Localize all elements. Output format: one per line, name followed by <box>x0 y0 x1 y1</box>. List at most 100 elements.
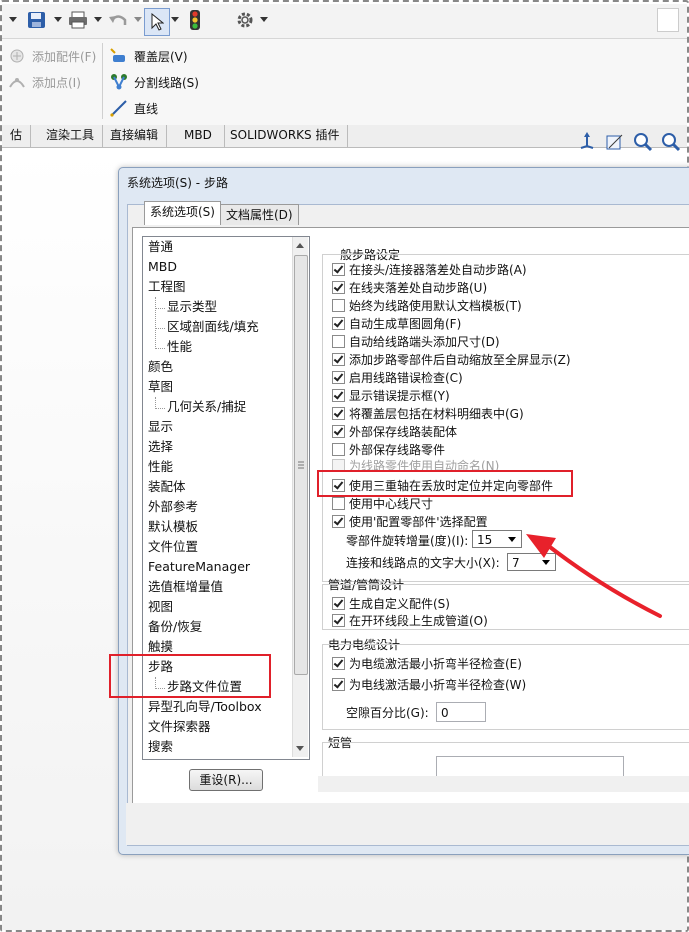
tab-document-properties[interactable]: 文档属性(D) <box>220 204 299 225</box>
tab-mbd[interactable]: MBD <box>172 125 225 147</box>
tree-item-display-style[interactable]: 显示类型 <box>167 297 217 317</box>
tab-solidworks-addins[interactable]: SOLIDWORKS 插件 <box>222 125 349 147</box>
tree-item-search[interactable]: 搜索 <box>148 737 173 757</box>
option-sketch-fillets[interactable]: 自动生成草图圆角(F) <box>332 314 461 332</box>
chevron-down-icon[interactable] <box>92 10 104 30</box>
print-icon[interactable] <box>66 10 90 30</box>
tab-evaluate[interactable]: 估 <box>2 125 32 147</box>
tree-item-sketch[interactable]: 草图 <box>148 377 173 397</box>
scroll-down-arrow-icon[interactable] <box>296 746 304 751</box>
short-pipe-input[interactable] <box>436 756 624 776</box>
chevron-down-icon[interactable] <box>132 10 144 30</box>
add-fitting-button[interactable]: 添加配件(F) <box>8 47 96 65</box>
chevron-down-icon <box>508 537 516 542</box>
tree-connector <box>155 308 165 309</box>
tab-render-tools[interactable]: 渲染工具 <box>38 125 104 147</box>
annotation-arrow-icon <box>526 534 662 618</box>
option-configure-component[interactable]: 使用'配置零部件'选择配置 <box>332 512 488 530</box>
select-pointer-icon[interactable] <box>144 8 170 36</box>
reset-button[interactable]: 重设(R)... <box>189 769 263 791</box>
gear-icon[interactable] <box>234 10 256 30</box>
window-control[interactable] <box>657 8 679 32</box>
option-covering-in-bom[interactable]: 将覆盖层包括在材料明细表中(G) <box>332 404 524 422</box>
cover-layer-button[interactable]: 覆盖层(V) <box>110 47 188 65</box>
option-save-route-assembly[interactable]: 外部保存线路装配体 <box>332 422 457 440</box>
tree-item-colors[interactable]: 颜色 <box>148 357 173 377</box>
option-cable-bend-radius[interactable]: 为电缆激活最小折弯半径检查(E) <box>332 654 522 672</box>
chevron-down-icon[interactable] <box>6 10 20 30</box>
dialog-button-area <box>126 803 689 845</box>
tree-item-external-references[interactable]: 外部参考 <box>148 497 198 517</box>
option-pipes-open-segments[interactable]: 在开环线段上生成管道(O) <box>332 611 488 629</box>
tree-item-file-explorer[interactable]: 文件探索器 <box>148 717 211 737</box>
split-route-icon <box>110 73 128 91</box>
rebuild-traffic-light-icon[interactable] <box>184 10 206 30</box>
tree-item-featuremanager[interactable]: FeatureManager <box>148 557 250 577</box>
scroll-thumb[interactable] <box>294 255 308 675</box>
chevron-down-icon[interactable] <box>258 10 270 30</box>
tree-item-general[interactable]: 普通 <box>148 237 173 257</box>
tab-direct-editing[interactable]: 直接编辑 <box>102 125 168 147</box>
rotation-increment-select[interactable]: 15 <box>472 530 522 548</box>
tree-item-drawing-performance[interactable]: 性能 <box>167 337 192 357</box>
tree-item-backup-recover[interactable]: 备份/恢复 <box>148 617 202 637</box>
tree-item-view[interactable]: 视图 <box>148 597 173 617</box>
add-point-button[interactable]: 添加点(I) <box>8 73 81 91</box>
option-zoom-to-fit[interactable]: 添加步路零部件后自动缩放至全屏显示(Z) <box>332 350 571 368</box>
option-custom-fittings[interactable]: 生成自定义配件(S) <box>332 594 450 612</box>
options-pane-scrollbar[interactable] <box>318 776 689 792</box>
tree-item-default-templates[interactable]: 默认模板 <box>148 517 198 537</box>
gap-percentage-input[interactable]: 0 <box>436 702 486 722</box>
chevron-down-icon[interactable] <box>170 10 180 30</box>
undo-icon[interactable] <box>106 10 130 30</box>
add-point-icon <box>8 73 26 91</box>
option-error-tooltips[interactable]: 显示错误提示框(Y) <box>332 386 450 404</box>
tree-connector <box>155 348 165 349</box>
zoom-area-icon[interactable] <box>661 132 681 155</box>
cover-layer-icon <box>110 47 128 65</box>
zoom-to-fit-icon[interactable] <box>633 132 653 155</box>
option-default-template[interactable]: 始终为线路使用默认文档模板(T) <box>332 296 522 314</box>
quick-access-toolbar <box>2 4 687 39</box>
highlight-routing-tree-item <box>109 654 271 698</box>
tree-item-assemblies[interactable]: 装配体 <box>148 477 186 497</box>
save-icon[interactable] <box>24 10 50 30</box>
rotation-increment-label: 零部件旋转增量(度)(I): <box>346 534 469 548</box>
highlight-triad-option <box>317 470 573 497</box>
tree-item-relations-snaps[interactable]: 几何关系/捕捉 <box>167 397 246 417</box>
scroll-up-arrow-icon[interactable] <box>296 243 304 248</box>
text-size-label: 连接和线路点的文字大小(X): <box>346 556 500 570</box>
tree-item-hole-wizard-toolbox[interactable]: 异型孔向导/Toolbox <box>148 697 262 717</box>
tree-item-spin-box-increments[interactable]: 选值框增量值 <box>148 577 223 597</box>
line-button[interactable]: 直线 <box>110 99 158 117</box>
option-auto-route-connector[interactable]: 在接头/连接器落差处自动步路(A) <box>332 260 527 278</box>
tab-system-options[interactable]: 系统选项(S) <box>144 201 221 225</box>
dialog-title: 系统选项(S) - 步路 <box>127 176 228 190</box>
add-fitting-icon <box>8 47 26 65</box>
routing-options-pane: 一般步路设定 在接头/连接器落差处自动步路(A) 在线夹落差处自动步路(U) 始… <box>318 236 689 776</box>
tree-scrollbar[interactable] <box>292 237 308 757</box>
line-icon <box>110 99 128 117</box>
view-toolbar <box>577 132 681 155</box>
option-auto-route-clip[interactable]: 在线夹落差处自动步路(U) <box>332 278 487 296</box>
tree-connector <box>155 408 165 409</box>
tree-item-performance[interactable]: 性能 <box>148 457 173 477</box>
option-wire-bend-radius[interactable]: 为电线激活最小折弯半径检查(W) <box>332 675 526 693</box>
ribbon-divider <box>102 43 103 119</box>
view-orientation-icon[interactable] <box>577 132 597 155</box>
section-view-icon[interactable] <box>605 132 625 155</box>
tree-item-mbd[interactable]: MBD <box>148 257 177 277</box>
tree-connector <box>155 328 165 329</box>
tree-item-file-locations[interactable]: 文件位置 <box>148 537 198 557</box>
ribbon-panel: 添加配件(F) 添加点(I) 覆盖层(V) 分割线路(S) 直线 <box>2 39 687 126</box>
chevron-down-icon[interactable] <box>52 10 64 30</box>
tree-item-area-hatch[interactable]: 区域剖面线/填充 <box>167 317 259 337</box>
tree-item-selection[interactable]: 选择 <box>148 437 173 457</box>
tree-item-drawings[interactable]: 工程图 <box>148 277 186 297</box>
option-end-dimensions[interactable]: 自动给线路端头添加尺寸(D) <box>332 332 500 350</box>
gap-percentage-label: 空隙百分比(G): <box>346 706 429 720</box>
tree-connector <box>155 297 156 349</box>
split-route-button[interactable]: 分割线路(S) <box>110 73 199 91</box>
option-error-checking[interactable]: 启用线路错误检查(C) <box>332 368 463 386</box>
tree-item-display[interactable]: 显示 <box>148 417 173 437</box>
